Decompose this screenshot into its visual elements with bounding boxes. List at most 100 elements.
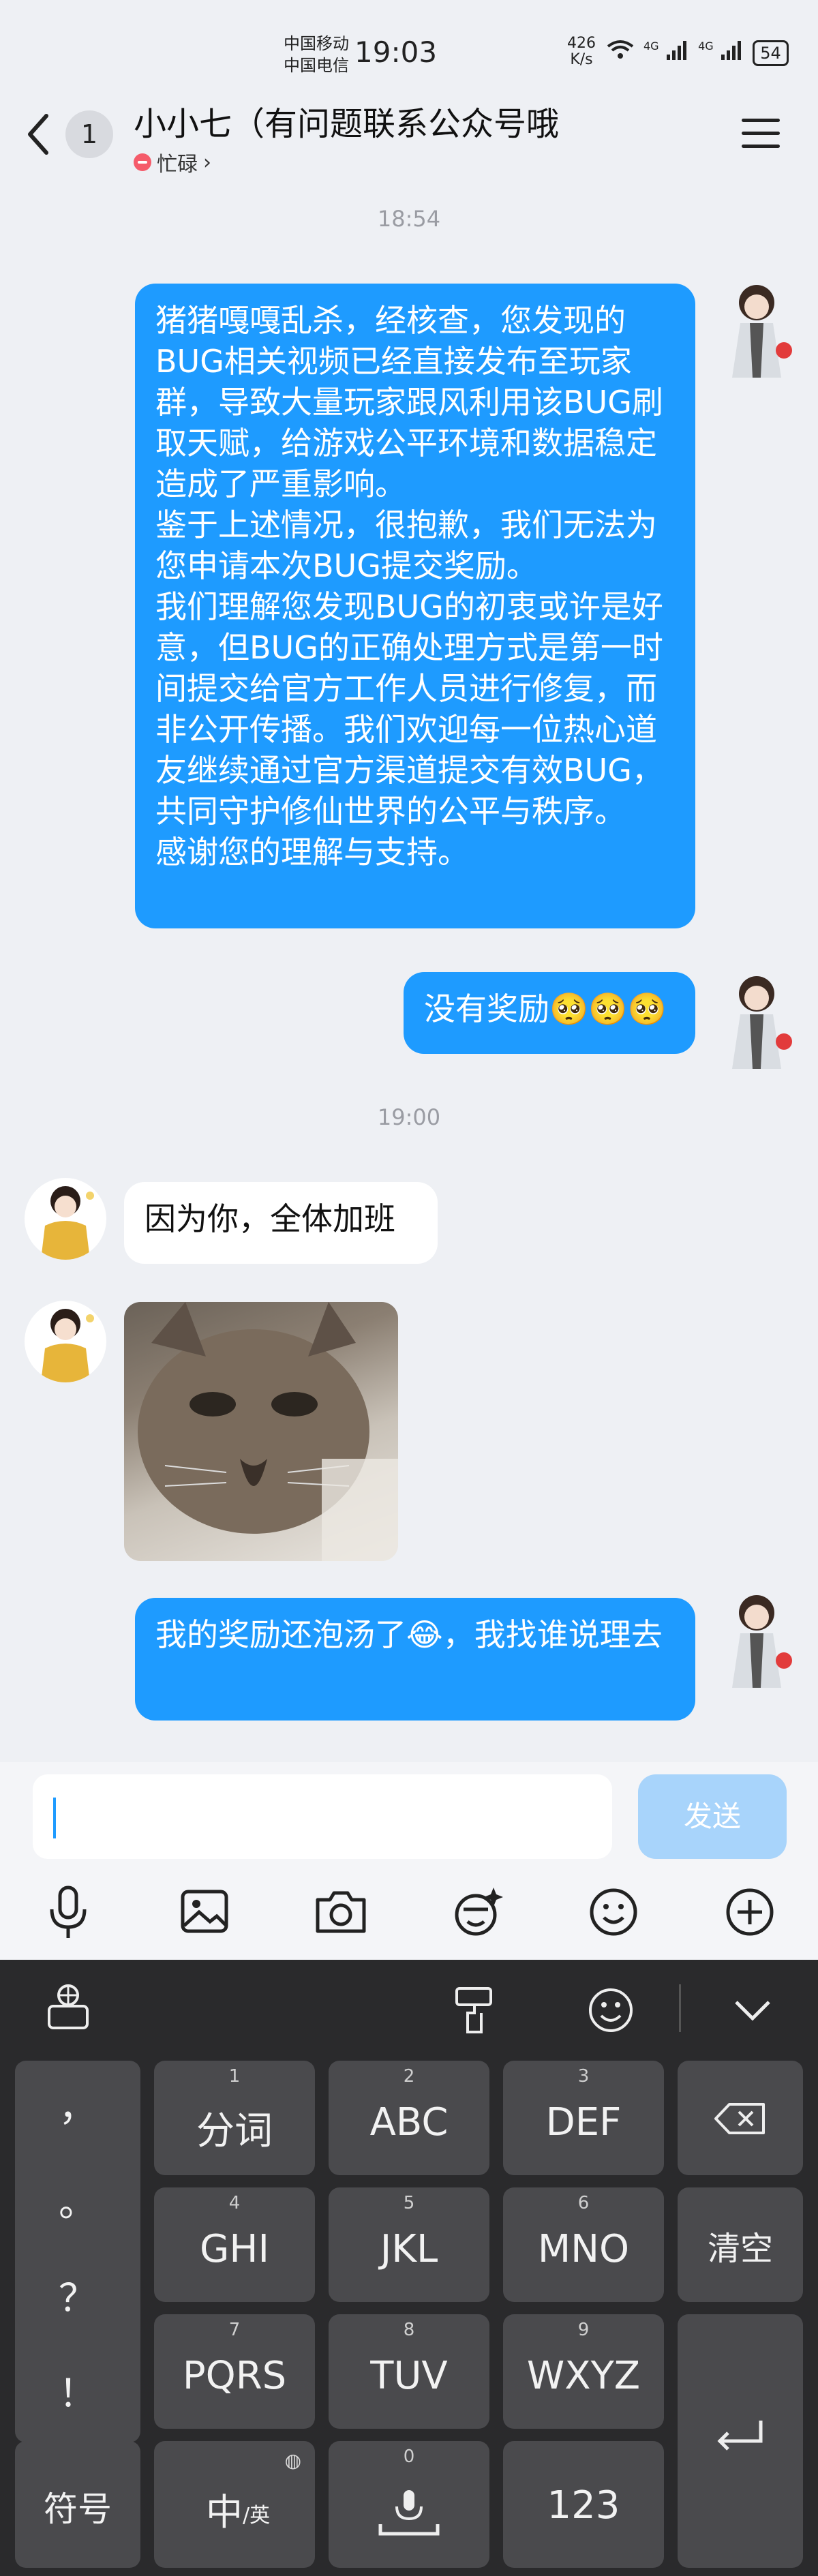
symbol-key[interactable]: 符号 xyxy=(15,2441,140,2568)
punct-key-period[interactable]: 。 xyxy=(15,2156,140,2252)
message-input[interactable] xyxy=(33,1774,612,1859)
key-label: 分词 xyxy=(196,2109,273,2153)
key-label: WXYZ xyxy=(526,2354,641,2398)
enter-key[interactable] xyxy=(678,2314,803,2568)
text-caret xyxy=(53,1798,56,1838)
key-number: 0 xyxy=(403,2446,415,2467)
carrier-1: 中国移动 xyxy=(284,34,349,53)
signal-icon-1: 4G xyxy=(643,40,688,67)
clear-key[interactable]: 清空 xyxy=(678,2187,803,2302)
key-number: 3 xyxy=(577,2066,590,2087)
punctuation-column[interactable]: ， 。 ？ ！ xyxy=(15,2061,140,2442)
microphone-icon[interactable] xyxy=(34,1878,102,1946)
punct-key-question[interactable]: ？ xyxy=(15,2252,140,2347)
contact-status[interactable]: 忙碌 › xyxy=(134,147,211,177)
key-number: 5 xyxy=(403,2193,415,2213)
key-sublabel: /英 xyxy=(243,2504,271,2528)
language-switch-key[interactable]: ◍ 中 /英 xyxy=(154,2441,315,2568)
sticker-icon[interactable] xyxy=(443,1878,511,1946)
key-label: TUV xyxy=(370,2354,448,2398)
key-label: 中 xyxy=(206,2491,243,2534)
cat-photo-message[interactable] xyxy=(124,1302,398,1561)
image-icon[interactable] xyxy=(170,1878,239,1946)
message-bubble-sent[interactable]: 没有奖励🥺🥺🥺 xyxy=(404,972,695,1054)
key-2[interactable]: 2 ABC xyxy=(329,2061,489,2175)
chat-title[interactable]: 小小七（有问题联系公众号哦 xyxy=(134,102,559,146)
status-bar: 中国移动 中国电信 19:03 426 K/s 4G 4G 54 xyxy=(0,0,818,102)
network-type-2: 4G xyxy=(698,40,714,52)
backspace-key[interactable] xyxy=(678,2061,803,2175)
key-5[interactable]: 5 JKL xyxy=(329,2187,489,2302)
status-time: 19:03 xyxy=(354,35,438,69)
key-7[interactable]: 7 PQRS xyxy=(154,2314,315,2429)
clipboard-brush-icon[interactable] xyxy=(447,1983,502,2040)
key-number: 4 xyxy=(228,2193,241,2213)
timestamp: 18:54 xyxy=(377,206,441,232)
send-button[interactable]: 发送 xyxy=(638,1774,787,1859)
keyboard-settings-icon[interactable] xyxy=(44,1980,98,2037)
key-9[interactable]: 9 WXYZ xyxy=(503,2314,664,2429)
back-arrow-icon[interactable] xyxy=(25,110,52,166)
emoji-icon[interactable] xyxy=(579,1878,648,1946)
contact-avatar[interactable] xyxy=(25,1178,106,1260)
input-bar: 发送 xyxy=(0,1762,818,1960)
space-key[interactable]: 0 xyxy=(329,2441,489,2568)
network-type-1: 4G xyxy=(643,40,659,52)
busy-status-icon xyxy=(134,153,151,171)
speed-unit: K/s xyxy=(570,51,593,68)
timestamp: 19:00 xyxy=(377,1104,441,1130)
carrier-info: 中国移动 中国电信 xyxy=(284,33,349,76)
key-number: 7 xyxy=(228,2320,241,2340)
message-bubble-sent[interactable]: 猪猪嘎嘎乱杀，经核查，您发现的BUG相关视频已经直接发布至玩家群，导致大量玩家跟… xyxy=(135,284,695,928)
punct-key-comma[interactable]: ， xyxy=(15,2061,140,2156)
network-speed: 426 K/s xyxy=(567,35,596,68)
key-label: ABC xyxy=(369,2100,449,2145)
key-8[interactable]: 8 TUV xyxy=(329,2314,489,2429)
plus-icon[interactable] xyxy=(716,1878,784,1946)
key-label: GHI xyxy=(199,2227,270,2271)
message-bubble-received[interactable]: 因为你，全体加班 xyxy=(124,1182,438,1264)
numeric-key[interactable]: 123 xyxy=(503,2441,664,2568)
chevron-right-icon: › xyxy=(203,150,211,175)
key-number: 1 xyxy=(228,2066,241,2087)
wifi-icon xyxy=(607,40,634,67)
toolbar-divider xyxy=(679,1984,681,2032)
ime-keyboard: ， 。 ？ ！ 1 分词 2 ABC 3 DEF 4 GHI 5 JKL 6 MNO 清空 … xyxy=(0,1960,818,2576)
speed-value: 426 xyxy=(567,35,596,52)
unread-count-badge[interactable]: 1 xyxy=(65,110,113,158)
camera-icon[interactable] xyxy=(307,1878,375,1946)
my-avatar[interactable] xyxy=(716,1586,804,1688)
globe-icon: ◍ xyxy=(284,2449,301,2472)
menu-icon[interactable] xyxy=(742,119,780,150)
keyboard-toolbar xyxy=(0,1960,818,2055)
my-avatar[interactable] xyxy=(716,967,804,1069)
collapse-keyboard-icon[interactable] xyxy=(725,1983,780,2040)
key-label: 123 xyxy=(547,2483,620,2528)
key-label: JKL xyxy=(380,2227,438,2271)
key-label: MNO xyxy=(537,2227,630,2271)
contact-avatar[interactable] xyxy=(25,1301,106,1382)
key-label: PQRS xyxy=(182,2354,287,2398)
key-number: 8 xyxy=(403,2320,415,2340)
status-label: 忙碌 xyxy=(157,153,198,177)
key-label: 符号 xyxy=(44,2489,112,2529)
keyboard-emoji-icon[interactable] xyxy=(584,1983,638,2040)
tool-row xyxy=(0,1878,818,1946)
key-1[interactable]: 1 分词 xyxy=(154,2061,315,2175)
key-number: 2 xyxy=(403,2066,415,2087)
key-label: 清空 xyxy=(707,2230,773,2268)
message-bubble-sent[interactable]: 我的奖励还泡汤了😂，我找谁说理去 xyxy=(135,1598,695,1721)
key-label: DEF xyxy=(545,2100,622,2145)
key-6[interactable]: 6 MNO xyxy=(503,2187,664,2302)
signal-icon-2: 4G xyxy=(698,40,743,67)
key-number: 9 xyxy=(577,2320,590,2340)
punct-key-exclaim[interactable]: ！ xyxy=(15,2347,140,2442)
key-number: 6 xyxy=(577,2193,590,2213)
my-avatar[interactable] xyxy=(716,275,804,378)
chat-header: 1 小小七（有问题联系公众号哦 忙碌 › xyxy=(0,102,818,191)
battery-indicator: 54 xyxy=(753,40,789,66)
key-4[interactable]: 4 GHI xyxy=(154,2187,315,2302)
status-icons: 4G 4G 54 xyxy=(607,40,789,67)
carrier-2: 中国电信 xyxy=(284,56,349,75)
key-3[interactable]: 3 DEF xyxy=(503,2061,664,2175)
